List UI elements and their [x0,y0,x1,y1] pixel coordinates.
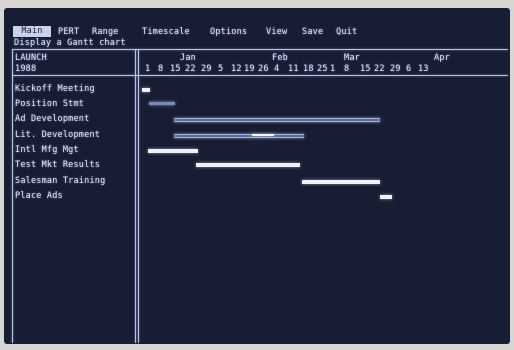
menu-bar: Main PERT Range Timescale Options View S… [4,8,510,37]
gantt-bar-place-ads[interactable] [380,195,392,199]
menu-item-save[interactable]: Save [302,27,323,37]
menu-item-quit[interactable]: Quit [336,27,357,37]
menu-item-timescale[interactable]: Timescale [142,27,190,37]
left-border [12,49,13,343]
day-tick-label: 13 [418,64,429,74]
task-label[interactable]: Lit. Development [15,130,100,140]
task-label[interactable]: Kickoff Meeting [15,84,95,94]
month-label: Apr [434,53,450,63]
day-tick-label: 15 [170,64,181,74]
gantt-bar-test-mkt-results[interactable] [196,163,300,167]
day-tick-label: 15 [360,64,371,74]
terminal-screen: Main PERT Range Timescale Options View S… [4,8,510,344]
gantt-bar-kickoff-meeting[interactable] [142,88,150,92]
menu-item-view[interactable]: View [266,27,287,37]
day-tick-label: 29 [390,64,401,74]
day-tick-label: 11 [288,64,299,74]
day-tick-label: 1 [145,64,151,74]
day-tick-label: 8 [344,64,350,74]
column-divider-inner [138,49,139,343]
gantt-bar-ad-development[interactable] [174,118,380,122]
menu-item-options[interactable]: Options [210,27,247,37]
task-label[interactable]: Intl Mfg Mgt [15,145,79,155]
header-top-divider [12,49,508,50]
day-tick-label: 18 [303,64,314,74]
gantt-bar-intl-mfg-mgt[interactable] [148,149,198,153]
menu-description: Display a Gantt chart [14,38,126,48]
day-tick-label: 26 [258,64,269,74]
day-tick-label: 25 [317,64,328,74]
day-tick-label: 29 [201,64,212,74]
month-label: Mar [344,53,360,63]
day-tick-label: 22 [185,64,196,74]
gantt-bar-salesman-training[interactable] [302,180,380,184]
day-tick-label: 1 [330,64,336,74]
task-label[interactable]: Test Mkt Results [15,160,100,170]
task-label[interactable]: Ad Development [15,114,89,124]
day-tick-label: 5 [218,64,224,74]
menu-item-range[interactable]: Range [92,27,119,37]
day-tick-label: 22 [374,64,385,74]
day-tick-label: 12 [231,64,242,74]
day-tick-label: 19 [244,64,255,74]
gantt-bar-lit-development[interactable] [174,134,304,138]
day-tick-label: 8 [158,64,164,74]
gantt-bar-lit-development-highlight [252,134,274,136]
header-bottom-divider [12,75,508,76]
gantt-bar-position-stmt[interactable] [149,102,175,105]
project-label: LAUNCH [15,53,47,63]
task-label[interactable]: Position Stmt [15,99,84,109]
menu-item-pert[interactable]: PERT [58,27,79,37]
day-tick-label: 6 [406,64,412,74]
day-tick-label: 4 [274,64,280,74]
month-label: Feb [272,53,288,63]
task-label[interactable]: Place Ads [15,191,63,201]
year-label: 1988 [15,64,37,74]
month-label: Jan [180,53,196,63]
column-divider [135,49,136,343]
menu-item-main[interactable]: Main [13,26,51,37]
task-label[interactable]: Salesman Training [15,176,105,186]
